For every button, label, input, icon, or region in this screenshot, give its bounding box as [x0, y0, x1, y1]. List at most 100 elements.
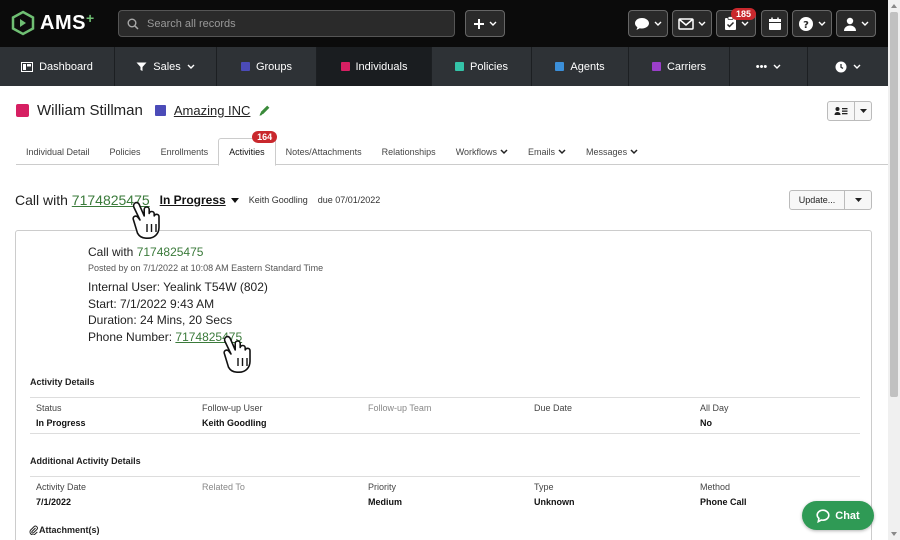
scrollbar-thumb[interactable]	[890, 12, 898, 397]
chevron-down-icon	[773, 64, 781, 69]
field-status: Status In Progress	[36, 403, 86, 428]
note-phone-link[interactable]: 7174825475	[137, 245, 204, 259]
activity-header: Call with 7174825475 In Progress Keith G…	[15, 190, 380, 210]
global-search[interactable]	[118, 10, 455, 37]
user-list-icon	[828, 102, 855, 120]
help-button[interactable]: ?	[792, 10, 832, 37]
messages-button[interactable]	[628, 10, 668, 37]
scroll-down-arrow-icon[interactable]	[890, 529, 898, 539]
user-menu-button[interactable]	[836, 10, 876, 37]
status-dropdown[interactable]: In Progress	[160, 193, 239, 207]
field-all-day: All Day No	[700, 403, 729, 428]
search-input[interactable]	[147, 17, 437, 30]
tasks-button[interactable]: 185	[716, 8, 757, 37]
note-phone-number: Phone Number: 7174825475	[88, 329, 243, 344]
tab-individual-detail[interactable]: Individual Detail	[16, 138, 100, 165]
note-title: Call with 7174825475	[88, 245, 204, 259]
activity-card: Call with 7174825475 Posted by on 7/1/20…	[15, 230, 872, 540]
email-button[interactable]	[672, 10, 712, 37]
tab-emails[interactable]: Emails	[518, 138, 576, 165]
caret-down-icon	[855, 102, 871, 120]
record-tabs: Individual Detail Policies Enrollments A…	[16, 131, 888, 166]
scroll-up-arrow-icon[interactable]	[890, 1, 898, 11]
policies-color-icon	[455, 62, 465, 71]
chat-button[interactable]: Chat	[802, 501, 874, 530]
tab-notes-attachments[interactable]: Notes/Attachments	[276, 138, 372, 165]
pencil-edit-icon[interactable]	[258, 104, 271, 117]
note-body: Internal User: Yealink T54W (802) Start:…	[88, 279, 323, 345]
tab-relationships[interactable]: Relationships	[372, 138, 446, 165]
field-follow-up-team: Follow-up Team	[368, 403, 432, 413]
chevron-down-icon	[187, 64, 195, 69]
field-due-date: Due Date	[534, 403, 573, 413]
tab-messages[interactable]: Messages	[576, 138, 648, 165]
field-priority: Priority Medium	[368, 482, 403, 507]
chat-bubble-icon	[816, 508, 830, 523]
tasks-count-badge: 185	[731, 8, 757, 20]
nav-recent[interactable]	[808, 47, 888, 86]
chevron-down-icon	[698, 21, 706, 26]
carriers-color-icon	[651, 62, 661, 71]
note-duration: Duration: 24 Mins, 20 Secs	[88, 313, 233, 327]
tab-activities[interactable]: Activities 164	[218, 131, 278, 166]
nav-individuals[interactable]: Individuals	[317, 47, 432, 86]
clock-icon	[835, 61, 847, 72]
note-start-time: Start: 7/1/2022 9:43 AM	[88, 296, 215, 311]
chat-bubble-icon	[635, 17, 649, 30]
chevron-down-icon	[861, 21, 869, 26]
filter-icon	[136, 62, 147, 71]
nav-dashboard[interactable]: Dashboard	[0, 47, 115, 86]
nav-agents[interactable]: Agents	[532, 47, 629, 86]
user-icon	[844, 17, 856, 31]
nav-sales[interactable]: Sales	[115, 47, 217, 86]
nav-policies[interactable]: Policies	[432, 47, 532, 86]
chevron-down-icon	[654, 21, 662, 26]
nav-more[interactable]: •••	[730, 47, 808, 86]
agents-color-icon	[555, 62, 565, 71]
nav-carriers[interactable]: Carriers	[629, 47, 730, 86]
field-activity-date: Activity Date 7/1/2022	[36, 482, 87, 507]
dashboard-icon	[21, 61, 34, 72]
hand-pointer-cursor-icon	[223, 335, 251, 373]
field-type: Type Unknown	[534, 482, 575, 507]
add-new-button[interactable]	[465, 10, 505, 37]
envelope-icon	[678, 17, 694, 30]
tab-enrollments[interactable]: Enrollments	[151, 138, 219, 165]
record-header: William Stillman Amazing INC	[16, 100, 271, 120]
activity-details-heading: Activity Details	[30, 377, 95, 387]
svg-text:?: ?	[803, 20, 809, 31]
main-nav: Dashboard Sales Groups Individuals Polic…	[0, 47, 888, 86]
call-note: Call with 7174825475 Posted by on 7/1/20…	[88, 245, 323, 345]
view-options-button[interactable]	[827, 101, 872, 121]
paperclip-icon	[29, 525, 38, 535]
person-name: William Stillman	[37, 101, 143, 119]
individual-color-icon	[16, 103, 29, 117]
calendar-icon	[768, 17, 781, 30]
chevron-down-icon	[558, 148, 566, 154]
chevron-down-icon	[741, 21, 748, 26]
question-circle-icon: ?	[799, 16, 813, 31]
activities-count-badge: 164	[252, 131, 278, 143]
hexagon-logo-icon	[11, 10, 35, 36]
note-internal-user: Internal User: Yealink T54W (802)	[88, 280, 268, 294]
update-button[interactable]: Update...	[789, 190, 872, 210]
company-link[interactable]: Amazing INC	[174, 103, 251, 118]
more-dots-icon: •••	[755, 60, 768, 73]
page-scrollbar[interactable]	[888, 0, 900, 540]
nav-groups[interactable]: Groups	[217, 47, 317, 86]
calendar-button[interactable]	[761, 10, 788, 37]
caret-down-icon	[230, 197, 239, 203]
chevron-down-icon	[853, 64, 861, 69]
individuals-color-icon	[340, 62, 350, 71]
group-color-icon	[154, 104, 166, 116]
tab-policies[interactable]: Policies	[100, 138, 151, 165]
chevron-down-icon	[489, 21, 497, 26]
activity-due-date: due 07/01/2022	[317, 195, 381, 205]
additional-details-grid: Activity Date 7/1/2022 Related To Priorit…	[30, 476, 860, 512]
hand-pointer-cursor-icon	[132, 201, 160, 239]
tab-workflows[interactable]: Workflows	[446, 138, 518, 165]
chevron-down-icon	[500, 148, 508, 154]
app-logo[interactable]: AMS+	[10, 9, 95, 37]
logo-text: AMS+	[40, 9, 95, 34]
attachments-heading: Attachment(s)	[29, 525, 100, 535]
